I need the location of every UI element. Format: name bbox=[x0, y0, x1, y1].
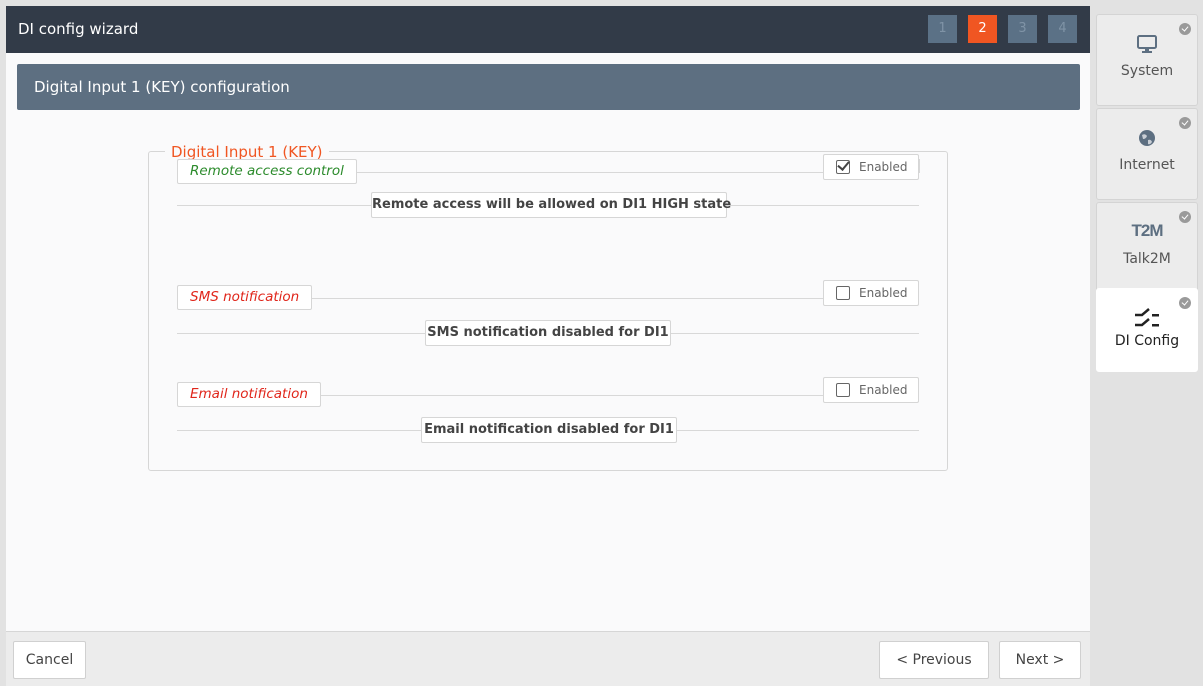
sidebar-item-talk2m[interactable]: T2M Talk2M bbox=[1096, 202, 1198, 294]
enabled-label: Enabled bbox=[859, 160, 908, 174]
row-divider bbox=[919, 159, 920, 173]
wizard-main-panel: DI config wizard 1 2 3 4 Digital Input 1… bbox=[6, 6, 1090, 686]
checkbox-checked-icon bbox=[836, 160, 850, 174]
remote-access-description: Remote access will be allowed on DI1 HIG… bbox=[371, 192, 731, 218]
step-4[interactable]: 4 bbox=[1048, 15, 1077, 43]
completed-check-icon bbox=[1179, 297, 1191, 309]
section-header: Digital Input 1 (KEY) configuration bbox=[17, 64, 1080, 110]
step-3[interactable]: 3 bbox=[1008, 15, 1037, 43]
remote-access-label: Remote access control bbox=[177, 159, 357, 184]
enabled-label: Enabled bbox=[859, 383, 908, 397]
next-button[interactable]: Next > bbox=[999, 641, 1081, 679]
sidebar-item-internet[interactable]: Internet bbox=[1096, 108, 1198, 200]
step-indicator: 1 2 3 4 bbox=[928, 15, 1078, 43]
sidebar-item-label: Talk2M bbox=[1123, 251, 1171, 267]
email-enabled-checkbox[interactable]: Enabled bbox=[823, 377, 919, 403]
step-2[interactable]: 2 bbox=[968, 15, 997, 43]
completed-check-icon bbox=[1179, 23, 1191, 35]
cancel-button[interactable]: Cancel bbox=[13, 641, 86, 679]
email-notification-label: Email notification bbox=[177, 382, 321, 407]
completed-check-icon bbox=[1179, 211, 1191, 223]
sms-notification-description: SMS notification disabled for DI1 bbox=[425, 320, 671, 346]
remote-access-enabled-checkbox[interactable]: Enabled bbox=[823, 154, 919, 180]
digital-input-fieldset: Digital Input 1 (KEY) Remote access cont… bbox=[148, 143, 948, 471]
sidebar-item-label: System bbox=[1120, 63, 1174, 79]
checkbox-unchecked-icon bbox=[836, 383, 850, 397]
sidebar-item-di-config[interactable]: DI Config bbox=[1096, 288, 1198, 372]
sidebar-item-label: DI Config bbox=[1114, 333, 1180, 349]
completed-check-icon bbox=[1179, 117, 1191, 129]
sidebar-item-system[interactable]: System bbox=[1096, 14, 1198, 106]
title-bar: DI config wizard 1 2 3 4 bbox=[6, 6, 1090, 53]
sidebar-item-label: Internet bbox=[1119, 157, 1175, 173]
previous-button[interactable]: < Previous bbox=[879, 641, 989, 679]
email-notification-description: Email notification disabled for DI1 bbox=[421, 417, 677, 443]
window-title: DI config wizard bbox=[18, 20, 139, 38]
step-1[interactable]: 1 bbox=[928, 15, 957, 43]
enabled-label: Enabled bbox=[859, 286, 908, 300]
wizard-footer: Cancel < Previous Next > bbox=[6, 631, 1090, 686]
sms-enabled-checkbox[interactable]: Enabled bbox=[823, 280, 919, 306]
checkbox-unchecked-icon bbox=[836, 286, 850, 300]
sms-notification-label: SMS notification bbox=[177, 285, 313, 310]
